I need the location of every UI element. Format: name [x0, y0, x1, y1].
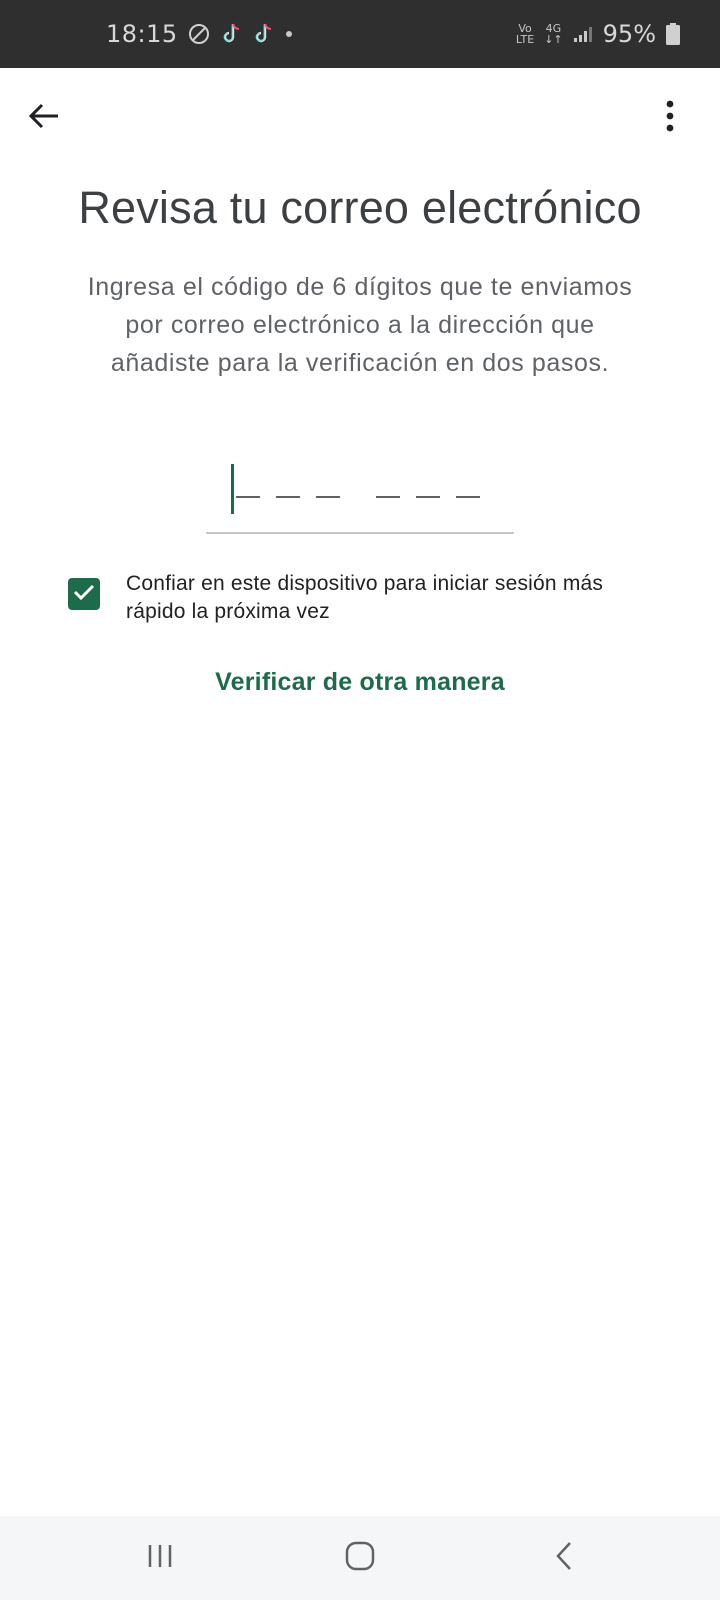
text-cursor: [231, 464, 234, 514]
home-button[interactable]: [330, 1536, 390, 1580]
status-time: 18:15: [106, 20, 178, 48]
tiktok-icon: [252, 22, 274, 46]
back-chevron-icon: [555, 1541, 573, 1576]
network-4g-icon: 4G ↓↑: [544, 22, 563, 46]
signal-icon: [573, 25, 593, 43]
code-digit-placeholder: [376, 496, 400, 498]
trust-device-label: Confiar en este dispositivo para iniciar…: [126, 572, 604, 623]
trust-device-option[interactable]: Confiar en este dispositivo para iniciar…: [68, 570, 668, 630]
volte-icon: Vo LTE: [515, 22, 535, 46]
code-digit-placeholder: [276, 496, 300, 498]
recents-button[interactable]: [130, 1536, 190, 1580]
checkmark-icon: [73, 583, 95, 606]
navigation-bar: [0, 1516, 720, 1600]
recents-icon: [146, 1543, 174, 1574]
back-button[interactable]: [22, 96, 66, 140]
system-back-button[interactable]: [534, 1536, 594, 1580]
code-digit-placeholder: [456, 496, 480, 498]
more-options-button[interactable]: [648, 96, 692, 140]
status-bar-right: Vo LTE 4G ↓↑ 95%: [516, 0, 680, 68]
code-input-underline: [206, 532, 514, 534]
more-vert-icon: [665, 100, 675, 137]
dot-icon: [284, 29, 294, 39]
status-bar-left: 18:15: [106, 0, 294, 68]
verification-code-input[interactable]: [206, 458, 514, 534]
battery-icon: [666, 23, 680, 45]
verify-another-way-link[interactable]: Verificar de otra manera: [0, 668, 720, 697]
page-description: Ingresa el código de 6 dígitos que te en…: [87, 273, 633, 377]
code-digit-placeholder: [316, 496, 340, 498]
battery-percent: 95%: [602, 20, 656, 48]
status-bar: 18:15 Vo LTE 4G ↓↑ 95%: [0, 0, 720, 68]
tiktok-icon: [220, 22, 242, 46]
page-title: Revisa tu correo electrónico: [78, 182, 642, 233]
code-digit-placeholder: [416, 496, 440, 498]
home-icon: [345, 1541, 375, 1576]
trust-device-checkbox[interactable]: [68, 578, 100, 610]
arrow-back-icon: [28, 102, 60, 135]
code-digit-placeholder: [236, 496, 260, 498]
do-not-disturb-icon: [188, 23, 210, 45]
app-bar: [0, 68, 720, 168]
